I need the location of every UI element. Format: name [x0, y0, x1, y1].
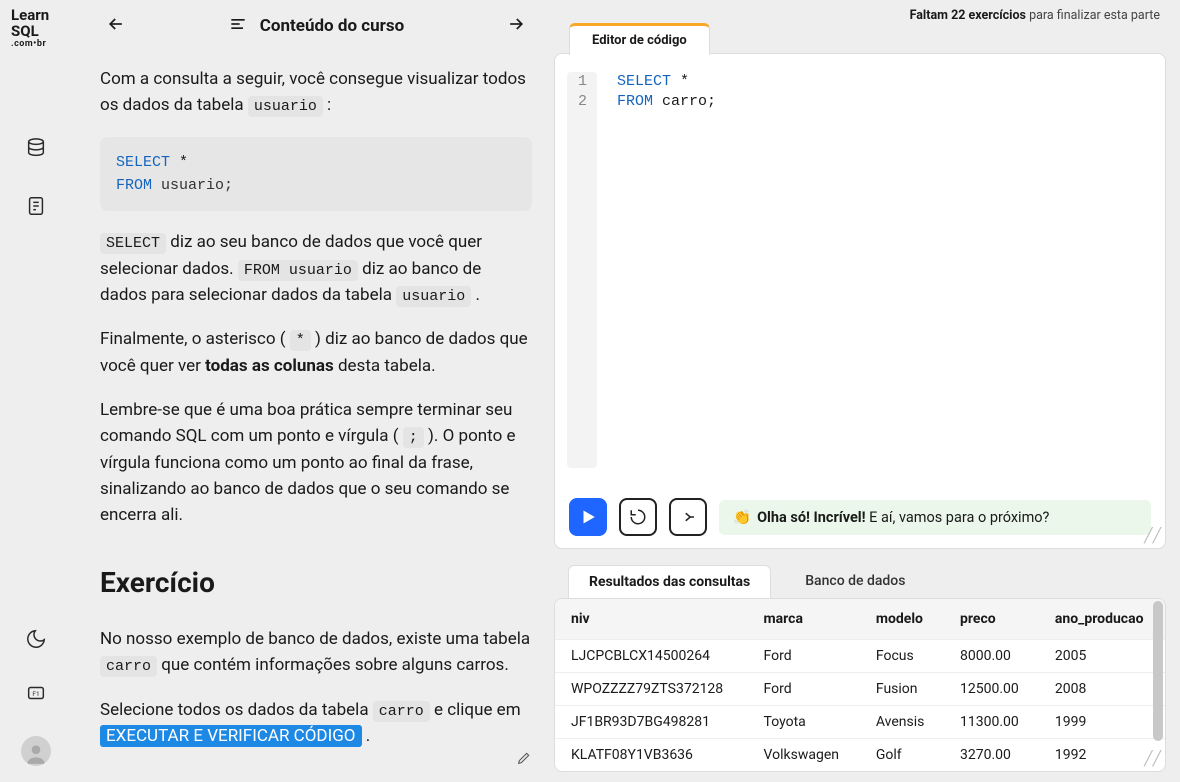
col-preco: preco [944, 599, 1039, 640]
inline-code: carro [100, 656, 157, 677]
editor-controls: 👏 Olha só! Incrível! E aí, vamos para o … [555, 486, 1165, 548]
share-button[interactable] [669, 498, 707, 536]
scrollbar[interactable] [1153, 601, 1163, 741]
results-card: nivmarcamodeloprecoano_producao LJCPCBLC… [554, 598, 1166, 772]
reset-button[interactable] [619, 498, 657, 536]
exercise-heading: Exercício [100, 561, 532, 604]
menu-icon[interactable] [228, 14, 248, 38]
inline-code: SELECT [100, 233, 166, 254]
lesson-p6: Selecione todos os dados da tabela carro… [100, 697, 532, 750]
inline-code: * [290, 330, 311, 351]
code-lines[interactable]: SELECT * FROM carro; [597, 72, 716, 468]
lesson-p3: Finalmente, o asterisco ( * ) diz ao ban… [100, 326, 532, 379]
forward-arrow-icon[interactable] [506, 14, 526, 38]
col-modelo: modelo [860, 599, 944, 640]
svg-text:F1: F1 [32, 690, 39, 698]
clap-icon: 👏 [733, 509, 751, 526]
notes-icon[interactable] [25, 195, 47, 221]
lesson-p1: Com a consulta a seguir, você consegue v… [100, 66, 532, 119]
table-row: LJCPCBLCX14500264FordFocus8000.002005 [555, 640, 1165, 673]
lesson-p4: Lembre-se que é uma boa prática sempre t… [100, 397, 532, 529]
lesson-header: Conteúdo do curso [100, 14, 532, 38]
inline-code: carro [373, 701, 430, 722]
inline-code: usuario [248, 96, 323, 117]
edit-icon[interactable] [516, 750, 532, 770]
lesson-body: Com a consulta a seguir, você consegue v… [100, 66, 532, 749]
page-title: Conteúdo do curso [260, 16, 404, 36]
col-niv: niv [555, 599, 748, 640]
moon-icon[interactable] [25, 628, 47, 654]
col-marca: marca [748, 599, 860, 640]
logo-line2: SQL [11, 24, 61, 40]
col-ano_producao: ano_producao [1039, 599, 1165, 640]
avatar[interactable] [21, 736, 51, 766]
code-editor-area[interactable]: 12 SELECT * FROM carro; [555, 54, 1165, 486]
sql-example-block: SELECT * FROM usuario; [100, 137, 532, 212]
logo[interactable]: Learn SQL .com•br [11, 8, 61, 49]
right-panel: Faltam 22 exercícios para finalizar esta… [550, 0, 1180, 782]
code-editor-card: Editor de código 12 SELECT * FROM carro;… [554, 53, 1166, 549]
table-row: KLATF08Y1VB3636VolkswagenGolf3270.001992 [555, 739, 1165, 772]
inline-code: usuario [396, 286, 471, 307]
tab-query-results[interactable]: Resultados das consultas [568, 565, 771, 598]
line-gutter: 12 [567, 72, 597, 468]
resize-handle-icon[interactable]: ╱╱ [1144, 528, 1161, 544]
lesson-panel: Conteúdo do curso Com a consulta a segui… [72, 0, 550, 782]
inline-code: ; [403, 427, 424, 448]
database-icon[interactable] [25, 137, 47, 163]
inline-code: FROM usuario [238, 260, 358, 281]
back-arrow-icon[interactable] [106, 14, 126, 38]
lesson-p2: SELECT diz ao seu banco de dados que voc… [100, 229, 532, 308]
table-row: WPOZZZZ79ZTS372128FordFusion12500.002008 [555, 673, 1165, 706]
lesson-p5: No nosso exemplo de banco de dados, exis… [100, 626, 532, 679]
run-verify-label: EXECUTAR E VERIFICAR CÓDIGO [100, 725, 362, 747]
editor-tab[interactable]: Editor de código [569, 23, 710, 55]
results-table: nivmarcamodeloprecoano_producao LJCPCBLC… [555, 599, 1165, 771]
run-button[interactable] [569, 498, 607, 536]
tab-database[interactable]: Banco de dados [785, 565, 925, 598]
table-row: JF1BR93D7BG498281ToyotaAvensis11300.0019… [555, 706, 1165, 739]
logo-line3: .com•br [11, 40, 61, 49]
success-toast: 👏 Olha só! Incrível! E aí, vamos para o … [719, 500, 1151, 535]
results-section: Resultados das consultas Banco de dados … [554, 565, 1166, 772]
keyboard-shortcut-icon[interactable]: F1 [25, 682, 47, 708]
left-rail: Learn SQL .com•br F1 [0, 0, 72, 782]
